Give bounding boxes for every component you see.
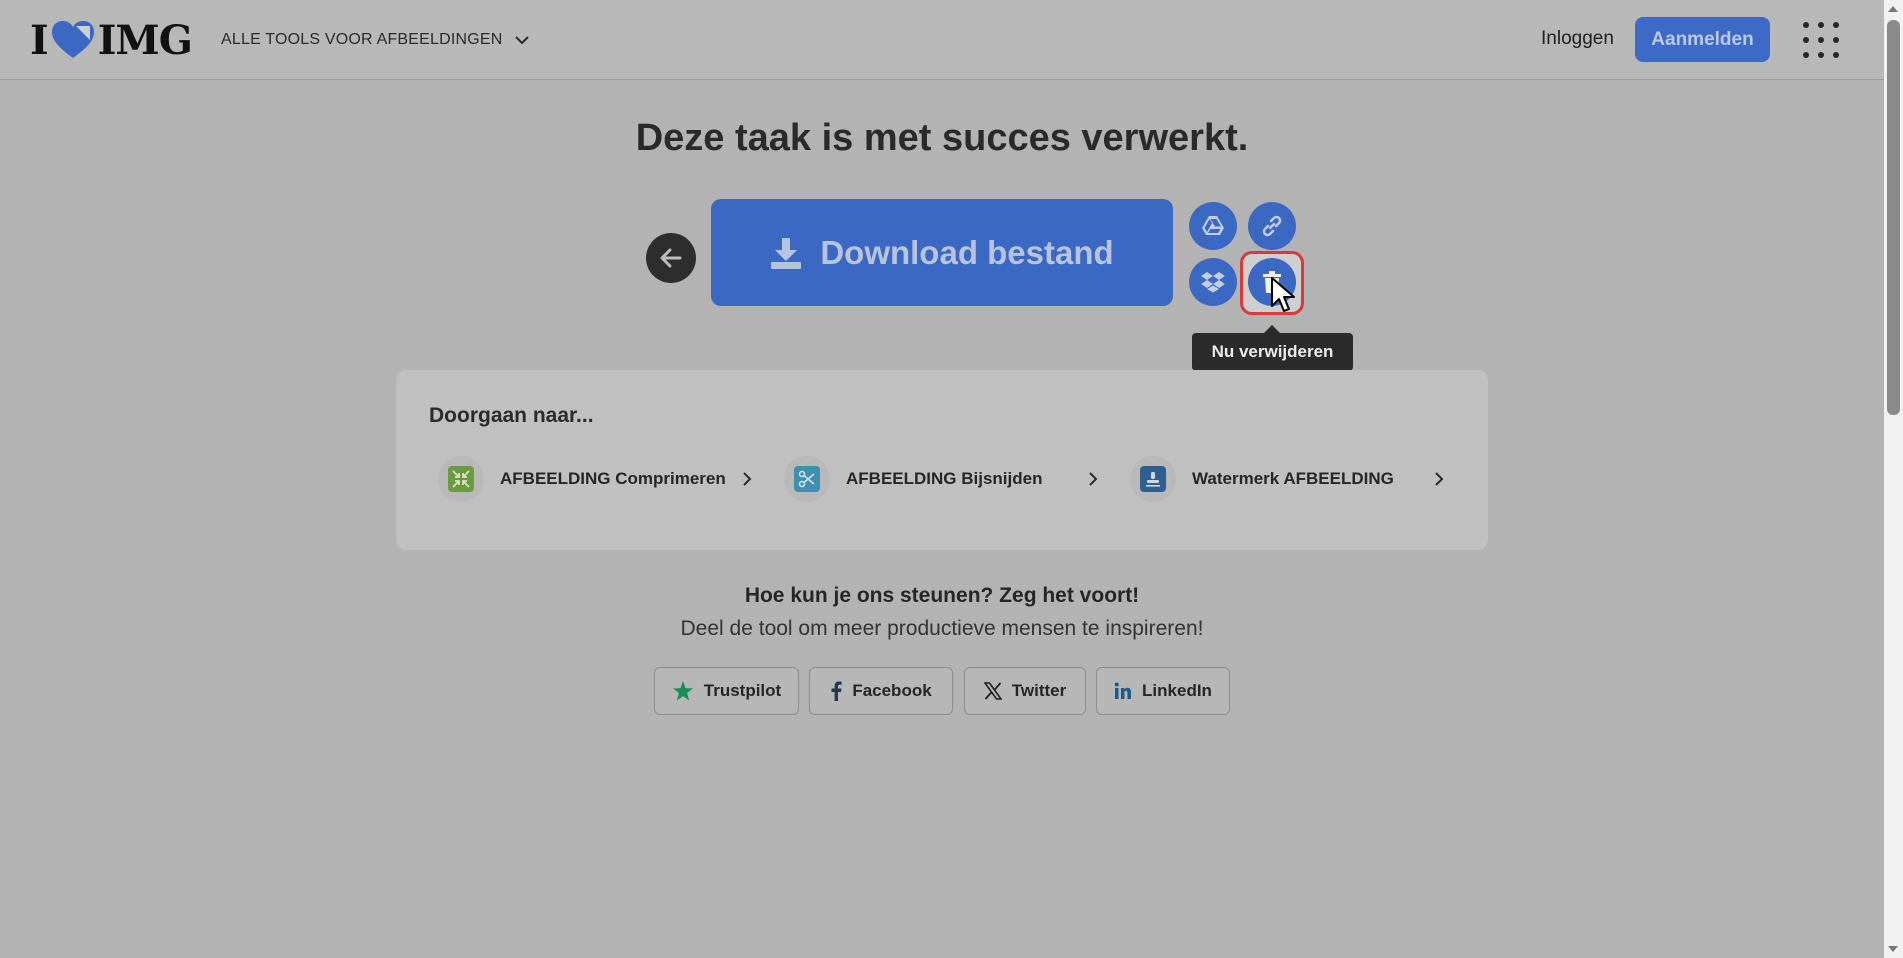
share-label: LinkedIn bbox=[1142, 681, 1212, 700]
compress-icon bbox=[448, 466, 474, 492]
chevron-right-icon bbox=[1435, 472, 1444, 486]
dropbox-button[interactable] bbox=[1189, 258, 1237, 306]
facebook-icon bbox=[831, 681, 842, 701]
share-facebook-button[interactable]: Facebook bbox=[809, 667, 953, 715]
heart-icon bbox=[51, 21, 94, 58]
linkedin-icon bbox=[1114, 682, 1132, 699]
apps-grid-icon[interactable] bbox=[1803, 22, 1839, 58]
download-icon bbox=[771, 237, 802, 269]
scissors-icon bbox=[794, 466, 820, 492]
back-button[interactable] bbox=[646, 233, 696, 283]
x-icon bbox=[983, 682, 1002, 700]
chevron-down-icon bbox=[514, 36, 529, 45]
share-link-button[interactable] bbox=[1248, 202, 1296, 250]
logo-text-i: I bbox=[30, 16, 49, 64]
all-tools-dropdown[interactable]: ALLE TOOLS VOOR AFBEELDINGEN bbox=[221, 28, 529, 52]
scroll-down-arrow[interactable] bbox=[1888, 946, 1898, 952]
share-label: Facebook bbox=[852, 681, 932, 700]
chevron-right-icon bbox=[743, 472, 752, 486]
share-twitter-button[interactable]: Twitter bbox=[964, 667, 1086, 715]
share-trustpilot-button[interactable]: Trustpilot bbox=[654, 667, 799, 715]
share-label: Trustpilot bbox=[703, 681, 782, 700]
dropbox-icon bbox=[1201, 272, 1225, 293]
next-tool-watermark[interactable]: Watermerk AFBEELDING bbox=[1130, 456, 1444, 502]
arrow-left-icon bbox=[660, 248, 682, 268]
next-tool-compress[interactable]: AFBEELDING Comprimeren bbox=[438, 456, 752, 502]
continue-title: Doorgaan naar... bbox=[429, 404, 594, 427]
mouse-cursor-icon bbox=[1271, 277, 1295, 312]
google-drive-icon bbox=[1202, 216, 1224, 235]
page-title: Deze taak is met succes verwerkt. bbox=[635, 117, 1249, 159]
all-tools-label: ALLE TOOLS VOOR AFBEELDINGEN bbox=[221, 31, 503, 48]
share-linkedin-button[interactable]: LinkedIn bbox=[1096, 667, 1230, 715]
signup-button[interactable]: Aanmelden bbox=[1635, 17, 1770, 62]
next-tool-label: AFBEELDING Bijsnijden bbox=[846, 469, 1043, 488]
next-tool-label: AFBEELDING Comprimeren bbox=[500, 469, 726, 488]
continue-panel: Doorgaan naar... AFBEELDING Comprimeren bbox=[396, 370, 1488, 550]
stamp-icon bbox=[1140, 466, 1166, 492]
share-label: Twitter bbox=[1011, 681, 1067, 700]
chevron-right-icon bbox=[1089, 472, 1098, 486]
page-scrollbar[interactable] bbox=[1884, 0, 1903, 958]
star-icon bbox=[672, 681, 693, 701]
logo-text-img: IMG bbox=[97, 16, 193, 64]
google-drive-button[interactable] bbox=[1189, 202, 1237, 250]
login-link[interactable]: Inloggen bbox=[1541, 28, 1614, 50]
download-label: Download bestand bbox=[820, 233, 1114, 271]
support-subtitle: Deel de tool om meer productieve mensen … bbox=[680, 617, 1204, 640]
next-tool-crop[interactable]: AFBEELDING Bijsnijden bbox=[784, 456, 1098, 502]
top-header: I IMG ALLE TOOLS VOOR AFBEELDINGEN Inlog… bbox=[0, 0, 1884, 80]
next-tool-label: Watermerk AFBEELDING bbox=[1192, 469, 1394, 488]
download-button[interactable]: Download bestand bbox=[711, 199, 1173, 306]
scroll-up-arrow[interactable] bbox=[1888, 6, 1898, 12]
delete-tooltip: Nu verwijderen bbox=[1192, 325, 1353, 371]
iloveimg-logo[interactable]: I IMG bbox=[30, 16, 193, 64]
scroll-thumb[interactable] bbox=[1887, 20, 1900, 415]
support-title: Hoe kun je ons steunen? Zeg het voort! bbox=[744, 584, 1140, 607]
link-icon bbox=[1262, 215, 1282, 237]
